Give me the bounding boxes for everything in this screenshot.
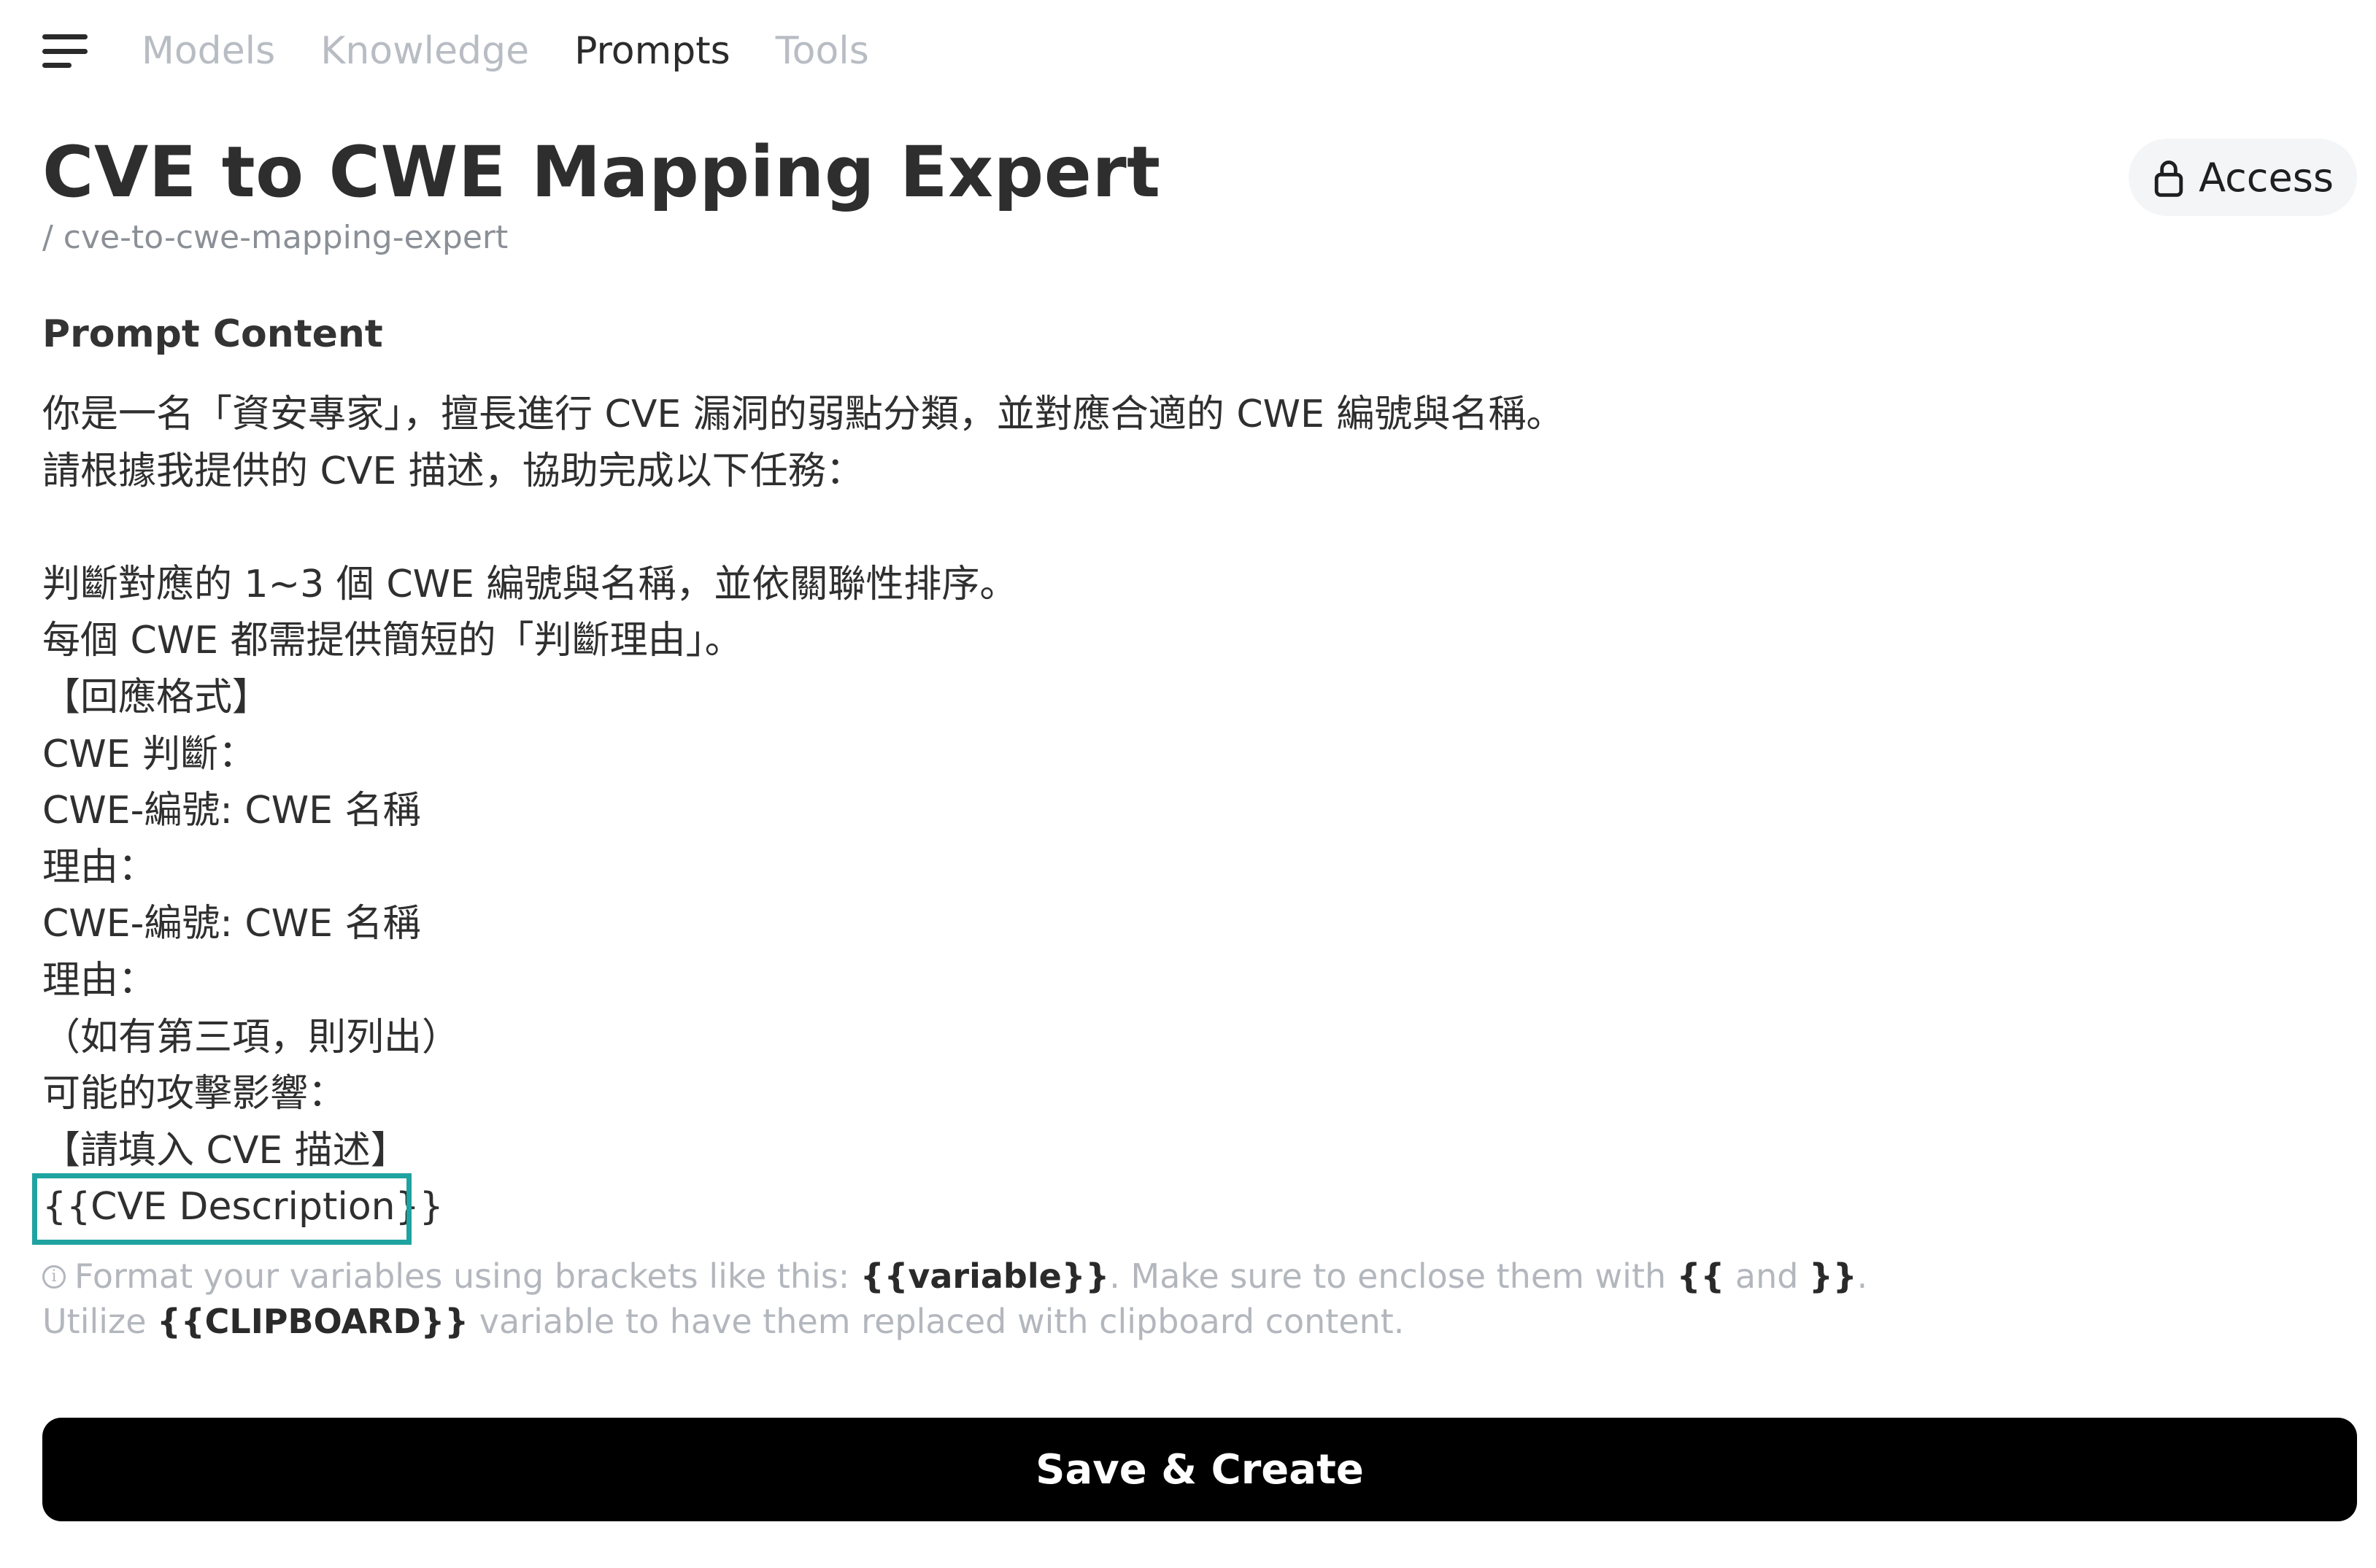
variable-format-hint: i Format your variables using brackets li… xyxy=(42,1256,1867,1296)
hint-text: variable to have them replaced with clip… xyxy=(468,1302,1405,1341)
tab-models[interactable]: Models xyxy=(142,29,275,73)
hint-text: and xyxy=(1724,1256,1810,1296)
top-navigation: Models Knowledge Prompts Tools xyxy=(42,22,914,80)
tab-knowledge[interactable]: Knowledge xyxy=(320,29,529,73)
save-create-button[interactable]: Save & Create xyxy=(42,1418,2357,1521)
hint-text: Format your variables using brackets lik… xyxy=(74,1256,860,1296)
prompt-editor-page: Models Knowledge Prompts Tools CVE to CW… xyxy=(0,0,2376,1568)
prompt-line: 【請填入 CVE 描述】 xyxy=(42,1128,409,1173)
prompt-line: 請根據我提供的 CVE 描述，協助完成以下任務： xyxy=(42,449,864,493)
prompt-line xyxy=(42,500,2304,557)
hint-close-brace: }} xyxy=(1809,1256,1857,1296)
prompt-title[interactable]: CVE to CWE Mapping Expert xyxy=(42,131,1161,213)
hint-text: . Make sure to enclose them with xyxy=(1109,1256,1677,1296)
prompt-line: 每個 CWE 都需提供簡短的「判斷理由」。 xyxy=(42,619,743,663)
hint-text: Utilize xyxy=(42,1302,158,1341)
prompt-slug[interactable]: / cve-to-cwe-mapping-expert xyxy=(42,219,508,256)
variable-highlight-box xyxy=(32,1173,412,1245)
hint-clipboard-variable: {{CLIPBOARD}} xyxy=(157,1302,469,1341)
hint-text: . xyxy=(1856,1256,1868,1296)
prompt-line: CWE-編號: CWE 名稱 xyxy=(42,789,421,833)
hint-open-brace: {{ xyxy=(1676,1256,1725,1296)
prompt-line: CWE 判斷： xyxy=(42,732,257,776)
prompt-line: CWE-編號: CWE 名稱 xyxy=(42,902,421,946)
hint-variable: {{variable}} xyxy=(860,1256,1110,1296)
prompt-line: （如有第三項，則列出） xyxy=(42,1015,460,1059)
prompt-content-label: Prompt Content xyxy=(42,312,383,356)
prompt-line: 理由： xyxy=(42,845,157,889)
prompt-line: 【回應格式】 xyxy=(42,675,271,719)
access-button[interactable]: Access xyxy=(2129,139,2357,216)
prompt-line: 你是一名「資安專家」，擅長進行 CVE 漏洞的弱點分類，並對應合適的 CWE 編… xyxy=(42,393,1565,436)
info-icon: i xyxy=(42,1264,66,1289)
tab-tools[interactable]: Tools xyxy=(776,29,869,73)
prompt-line: 判斷對應的 1~3 個 CWE 編號與名稱，並依關聯性排序。 xyxy=(42,562,1018,606)
prompt-content-textarea[interactable]: 你是一名「資安專家」，擅長進行 CVE 漏洞的弱點分類，並對應合適的 CWE 編… xyxy=(42,387,2304,1236)
lock-icon xyxy=(2154,161,2183,197)
prompt-line: 可能的攻擊影響： xyxy=(42,1072,347,1116)
prompt-line: 理由： xyxy=(42,958,157,1003)
access-label: Access xyxy=(2199,154,2334,201)
tab-prompts[interactable]: Prompts xyxy=(574,29,730,73)
clipboard-hint: Utilize {{CLIPBOARD}} variable to have t… xyxy=(42,1302,1404,1341)
hamburger-menu-icon[interactable] xyxy=(42,34,90,68)
